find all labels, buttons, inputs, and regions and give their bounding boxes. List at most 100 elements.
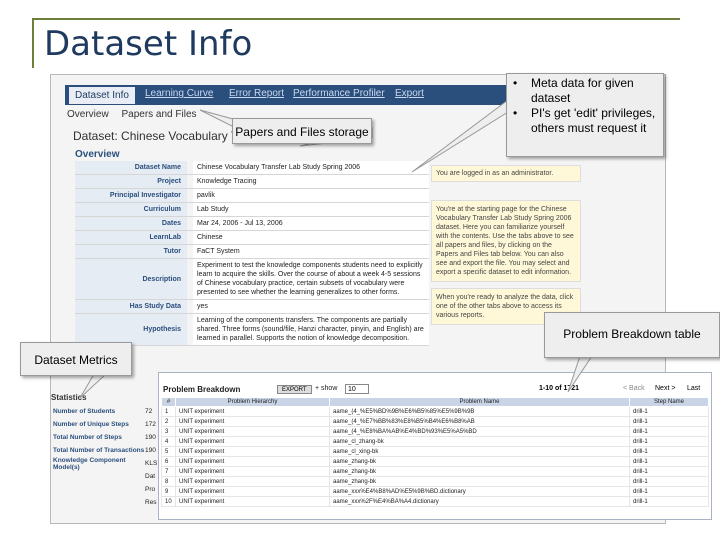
cell-step-name: drill-1 (629, 436, 709, 447)
table-row[interactable]: 7 UNIT experiment aame_zhang-bk drill-1 (161, 466, 709, 477)
cell-index: 2 (161, 416, 176, 427)
cell-hierarchy: UNIT experiment (175, 446, 330, 457)
overview-value: Mar 24, 2006 - Jul 13, 2006 (193, 217, 429, 230)
cell-index: 4 (161, 436, 176, 447)
stat-label: Knowledge Component Model(s) (53, 456, 126, 471)
tab-error-report[interactable]: Error Report (229, 88, 284, 99)
next-link[interactable]: Next > (655, 385, 675, 392)
stat-value: 190 (145, 434, 156, 441)
column-header[interactable]: # (161, 397, 176, 407)
cell-hierarchy: UNIT experiment (175, 476, 330, 487)
overview-key: Tutor (75, 245, 187, 258)
stat-row: Number of Students 72 (53, 405, 157, 418)
tab-dataset-info[interactable]: Dataset Info (69, 87, 135, 104)
table-row[interactable]: 5 UNIT experiment aame_cl_xing-bk drill-1 (161, 446, 709, 457)
callout-bullet: • PI's get 'edit' privileges, others must… (513, 106, 656, 135)
tab-performance-profiler[interactable]: Performance Profiler (293, 88, 385, 99)
back-link[interactable]: < Back (623, 385, 645, 392)
cell-index: 7 (161, 466, 176, 477)
callout-bullet: • Meta data for given dataset (513, 76, 657, 106)
stat-label: Number of Unique Steps (53, 421, 129, 428)
table-row[interactable]: 1 UNIT experiment aame_(4_%E5%BD%9B%E6%B5%… (161, 406, 709, 417)
table-row[interactable]: 4 UNIT experiment aame_cl_zhang-bk drill-1 (161, 436, 709, 447)
cell-hierarchy: UNIT experiment (175, 416, 330, 427)
stat-row: Total Number of Transactions 190 (53, 444, 157, 457)
overview-value: Lab Study (193, 203, 429, 216)
problem-breakdown-table: # Problem Hierarchy Problem Name Step Na… (161, 397, 709, 507)
stat-value: Pro (145, 486, 156, 493)
stat-value: KLS (145, 460, 158, 467)
stat-value: 190 (145, 447, 156, 454)
export-button[interactable]: EXPORT (277, 385, 312, 394)
table-header: # Problem Hierarchy Problem Name Step Na… (161, 397, 709, 407)
logged-in-notice: You are logged in as an administrator. (431, 165, 581, 182)
overview-row: Dataset Name Chinese Vocabulary Transfer … (75, 161, 429, 175)
cell-step-name: drill-1 (629, 456, 709, 467)
cell-step-name: drill-1 (629, 426, 709, 437)
problem-breakdown-panel: Problem Breakdown EXPORT + show 10 1-10 … (158, 372, 712, 520)
overview-value: pavlik (193, 189, 429, 202)
cell-index: 1 (161, 406, 176, 417)
cell-hierarchy: UNIT experiment (175, 426, 330, 437)
overview-key: Description (75, 259, 187, 299)
callout-bullet-text: PI's get 'edit' privileges, others must … (531, 106, 656, 135)
overview-row: Project Knowledge Tracing (75, 175, 429, 189)
column-header[interactable]: Problem Name (329, 397, 630, 407)
problem-breakdown-callout: Problem Breakdown table (544, 312, 720, 358)
tab-export[interactable]: Export (395, 88, 424, 99)
overview-row: Has Study Data yes (75, 300, 429, 314)
overview-row: LearnLab Chinese (75, 231, 429, 245)
tab-learning-curve[interactable]: Learning Curve (145, 88, 213, 99)
table-row[interactable]: 3 UNIT experiment aame_(4_%E8%BA%AB%E4%BD%… (161, 426, 709, 437)
cell-step-name: drill-1 (629, 446, 709, 457)
cell-step-name: drill-1 (629, 406, 709, 417)
stat-row: Res (53, 496, 157, 509)
callout-bullet-text: Meta data for given dataset (531, 76, 634, 105)
rows-per-page-select[interactable]: 10 (345, 384, 369, 394)
stat-value: Res (145, 499, 157, 506)
cell-index: 5 (161, 446, 176, 457)
cell-step-name: drill-1 (629, 466, 709, 477)
cell-problem-name: aame_cl_xing-bk (329, 446, 630, 457)
table-row[interactable]: 2 UNIT experiment aame_(4_%E7%BB%83%E8%B5%… (161, 416, 709, 427)
stat-row: Number of Unique Steps 172 (53, 418, 157, 431)
stat-row: Total Number of Steps 190 (53, 431, 157, 444)
cell-problem-name: aame_zhang-bk (329, 466, 630, 477)
statistics-heading: Statistics (51, 393, 87, 402)
problem-breakdown-title: Problem Breakdown (163, 385, 241, 394)
row-count: 1-10 of 1721 (539, 385, 580, 392)
show-more-link[interactable]: + show (315, 385, 337, 392)
subnav-papers-files[interactable]: Papers and Files (121, 109, 196, 120)
about-text: You're at the starting page for the Chin… (431, 200, 581, 282)
column-header[interactable]: Problem Hierarchy (175, 397, 330, 407)
overview-value: Learning of the components transfers. Th… (193, 314, 429, 345)
cell-problem-name: aame_(4_%E5%BD%9B%E6%B5%85%E5%9B%9B (329, 406, 630, 417)
overview-table: Dataset Name Chinese Vocabulary Transfer … (75, 161, 429, 346)
table-row[interactable]: 6 UNIT experiment aame_zhang-bk drill-1 (161, 456, 709, 467)
cell-hierarchy: UNIT experiment (175, 486, 330, 497)
table-row[interactable]: 9 UNIT experiment aame_xxx%E4%B8%AD%E5%9B%… (161, 486, 709, 497)
cell-index: 6 (161, 456, 176, 467)
subnav-overview[interactable]: Overview (67, 109, 109, 120)
cell-problem-name: aame_zhang-bk (329, 476, 630, 487)
stat-row: Dat (53, 470, 157, 483)
cell-hierarchy: UNIT experiment (175, 456, 330, 467)
overview-key: Dates (75, 217, 187, 230)
cell-hierarchy: UNIT experiment (175, 496, 330, 507)
cell-step-name: drill-1 (629, 496, 709, 507)
papers-callout: Papers and Files storage (232, 118, 372, 144)
table-row[interactable]: 10 UNIT experiment aame_xxx%2F%E4%BA%A4.di… (161, 496, 709, 507)
overview-key: Project (75, 175, 187, 188)
overview-row: Principal Investigator pavlik (75, 189, 429, 203)
cell-index: 9 (161, 486, 176, 497)
column-header[interactable]: Step Name (629, 397, 709, 407)
cell-problem-name: aame_cl_zhang-bk (329, 436, 630, 447)
info-sidebar: You are logged in as an administrator. Y… (431, 159, 581, 325)
table-row[interactable]: 8 UNIT experiment aame_zhang-bk drill-1 (161, 476, 709, 487)
stat-row: Pro (53, 483, 157, 496)
overview-value: Chinese Vocabulary Transfer Lab Study Sp… (193, 161, 429, 174)
cell-problem-name: aame_zhang-bk (329, 456, 630, 467)
stat-value: 172 (145, 421, 156, 428)
overview-row: Dates Mar 24, 2006 - Jul 13, 2006 (75, 217, 429, 231)
last-link[interactable]: Last (687, 385, 700, 392)
